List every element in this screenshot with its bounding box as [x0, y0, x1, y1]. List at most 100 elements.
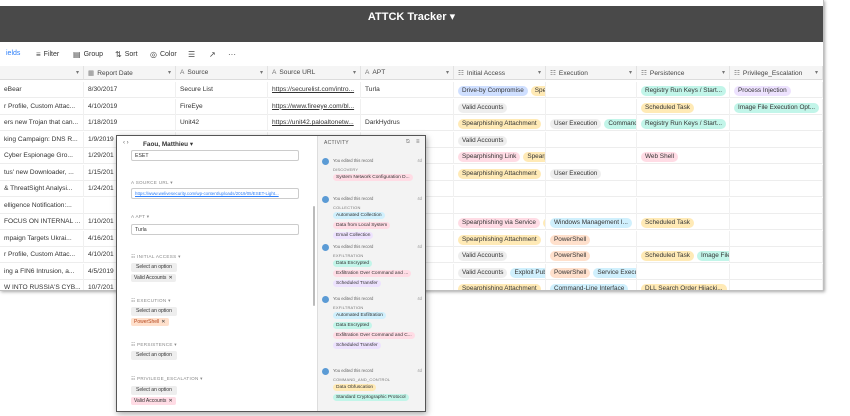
cell-name[interactable]: & ThreatSight Analysi... — [0, 181, 84, 197]
collapse-chevron-icons[interactable]: ‹ › — [123, 140, 129, 146]
cell-name[interactable]: tus' new Downloader, ... — [0, 164, 84, 181]
cell-persistence[interactable] — [637, 197, 730, 214]
remove-icon[interactable]: ✕ — [161, 319, 165, 325]
cell-execution[interactable]: PowerShell Service Executi — [546, 263, 637, 280]
cell-initial[interactable]: Valid Accounts — [454, 98, 546, 115]
cell-execution[interactable] — [546, 131, 637, 148]
cell-name[interactable]: mpaign Targets Ukrai... — [0, 230, 84, 247]
column-header[interactable]: ☷ Execution ▾ — [546, 66, 637, 80]
initial-access-select[interactable]: Select an option — [131, 263, 177, 272]
column-header[interactable]: A Source URL ▾ — [268, 66, 361, 80]
cell-privesc[interactable] — [730, 197, 823, 214]
column-header[interactable]: ▾ — [0, 66, 84, 80]
cell-persistence[interactable]: Registry Run Keys / Start... — [637, 115, 730, 131]
cell-persistence[interactable]: Scheduled Task — [637, 98, 730, 115]
cell-name[interactable]: Cyber Espionage Gro... — [0, 148, 84, 164]
cell-apt[interactable]: DarkHydrus — [361, 115, 454, 131]
remove-icon[interactable]: ✕ — [168, 275, 172, 281]
privesc-chip[interactable]: Valid Accounts ✕ — [131, 397, 176, 405]
cell-name[interactable]: W INTO RUSSIA'S CYB... — [0, 280, 84, 290]
cell-apt[interactable]: Turla — [361, 82, 454, 98]
cell-initial[interactable]: Drive-by Compromise Spe — [454, 82, 546, 98]
cell-persistence[interactable]: DLL Search Order Hijacki... — [637, 280, 730, 290]
cell-privesc[interactable] — [730, 214, 823, 230]
source-url-link[interactable]: https://www.fireeye.com/bl... — [272, 103, 354, 110]
toolbar-group-button[interactable]: ▤ Group — [73, 50, 103, 59]
fields-scrollbar[interactable] — [313, 206, 315, 306]
cell-source[interactable]: Unit42 — [176, 115, 268, 131]
column-header[interactable]: ☷ Initial Access ▾ — [454, 66, 546, 80]
cell-execution[interactable]: PowerShell — [546, 230, 637, 247]
cell-initial[interactable]: Spearphishing Attachment — [454, 280, 546, 290]
column-header[interactable]: ☷ Persistence ▾ — [637, 66, 730, 80]
execution-chip[interactable]: PowerShell ✕ — [131, 318, 169, 326]
toolbar-share-button[interactable]: ↗ — [209, 50, 216, 59]
cell-name[interactable]: king Campaign: DNS R... — [0, 131, 84, 148]
toolbar-rowheight-button[interactable]: ☰ — [188, 50, 195, 59]
cell-execution[interactable]: Command-Line Interface — [546, 280, 637, 290]
initial-access-chip[interactable]: Valid Accounts ✕ — [131, 274, 176, 282]
cell-persistence[interactable]: Registry Run Keys / Start... — [637, 82, 730, 98]
source-field[interactable]: ESET — [131, 150, 299, 161]
cell-url[interactable]: https://unit42.paloaltonetw... — [268, 115, 361, 131]
chevron-down-icon[interactable]: ▾ — [629, 69, 632, 76]
base-title[interactable]: ATTCK Tracker ▾ — [0, 10, 823, 23]
toolbar-more-button[interactable]: ··· — [228, 50, 236, 59]
cell-execution[interactable]: Windows Management I... — [546, 214, 637, 230]
cell-initial[interactable]: Spearphishing Attachment — [454, 230, 546, 247]
cell-privesc[interactable] — [730, 115, 823, 131]
activity-menu-icon[interactable]: ≡ — [416, 139, 420, 145]
cell-execution[interactable] — [546, 148, 637, 164]
cell-persistence[interactable]: Scheduled Task Image File — [637, 247, 730, 263]
cell-initial[interactable]: Spearphishing via Service( — [454, 214, 546, 230]
cell-privesc[interactable] — [730, 148, 823, 164]
chevron-down-icon[interactable]: ▾ — [353, 69, 356, 76]
toolbar-color-button[interactable]: ◎ Color — [150, 50, 177, 59]
cell-name[interactable]: r Profile, Custom Attac... — [0, 98, 84, 115]
cell-url[interactable]: https://www.fireeye.com/bl... — [268, 98, 361, 115]
cell-initial[interactable]: Spearphishing Link Spearp — [454, 148, 546, 164]
column-header[interactable]: A APT ▾ — [361, 66, 454, 80]
notification-icon[interactable]: ⍉ — [406, 139, 410, 146]
chevron-down-icon[interactable]: ▾ — [722, 69, 725, 76]
cell-privesc[interactable]: Process Injection — [730, 82, 823, 98]
cell-execution[interactable]: User Execution Command- — [546, 115, 637, 131]
cell-execution[interactable]: PowerShell — [546, 247, 637, 263]
cell-initial[interactable]: Spearphishing Attachment — [454, 164, 546, 181]
remove-icon[interactable]: ✕ — [168, 398, 172, 404]
cell-persistence[interactable] — [637, 263, 730, 280]
cell-persistence[interactable]: Web Shell — [637, 148, 730, 164]
chevron-down-icon[interactable]: ▾ — [260, 69, 263, 76]
chevron-down-icon[interactable]: ▾ — [815, 69, 818, 76]
execution-select[interactable]: Select an option — [131, 307, 177, 316]
cell-name[interactable]: r Profile, Custom Attac... — [0, 247, 84, 263]
record-title[interactable]: Faou, Matthieu ▾ — [143, 140, 193, 148]
cell-date[interactable]: 4/10/2019 — [84, 98, 176, 115]
cell-privesc[interactable] — [730, 164, 823, 181]
cell-persistence[interactable] — [637, 164, 730, 181]
toolbar-sort-button[interactable]: ⇅ Sort — [115, 50, 138, 59]
cell-name[interactable]: FOCUS ON INTERNAL ... — [0, 214, 84, 230]
table-row[interactable]: eBear 8/30/2017 Secure List https://securel… — [0, 82, 823, 98]
cell-execution[interactable] — [546, 82, 637, 98]
apt-field[interactable]: Turla — [131, 224, 299, 235]
cell-persistence[interactable]: Scheduled Task — [637, 214, 730, 230]
cell-apt[interactable] — [361, 98, 454, 115]
cell-persistence[interactable] — [637, 131, 730, 148]
cell-name[interactable]: elligence Notification:... — [0, 197, 84, 214]
cell-privesc[interactable]: Image File Execution Opt... — [730, 98, 823, 115]
table-row[interactable]: ers new Trojan that can... 1/18/2019 Unit4… — [0, 115, 823, 131]
toolbar-fields-button[interactable]: ields — [6, 50, 20, 57]
source-url-link[interactable]: https://unit42.paloaltonetw... — [272, 119, 354, 126]
cell-execution[interactable] — [546, 181, 637, 197]
persistence-select[interactable]: Select an option — [131, 351, 177, 360]
cell-persistence[interactable] — [637, 181, 730, 197]
cell-privesc[interactable] — [730, 280, 823, 290]
cell-persistence[interactable] — [637, 230, 730, 247]
cell-privesc[interactable] — [730, 263, 823, 280]
chevron-down-icon[interactable]: ▾ — [446, 69, 449, 76]
cell-initial[interactable]: Valid Accounts — [454, 131, 546, 148]
chevron-down-icon[interactable]: ▾ — [76, 69, 79, 76]
cell-initial[interactable]: Valid Accounts — [454, 247, 546, 263]
cell-privesc[interactable] — [730, 131, 823, 148]
